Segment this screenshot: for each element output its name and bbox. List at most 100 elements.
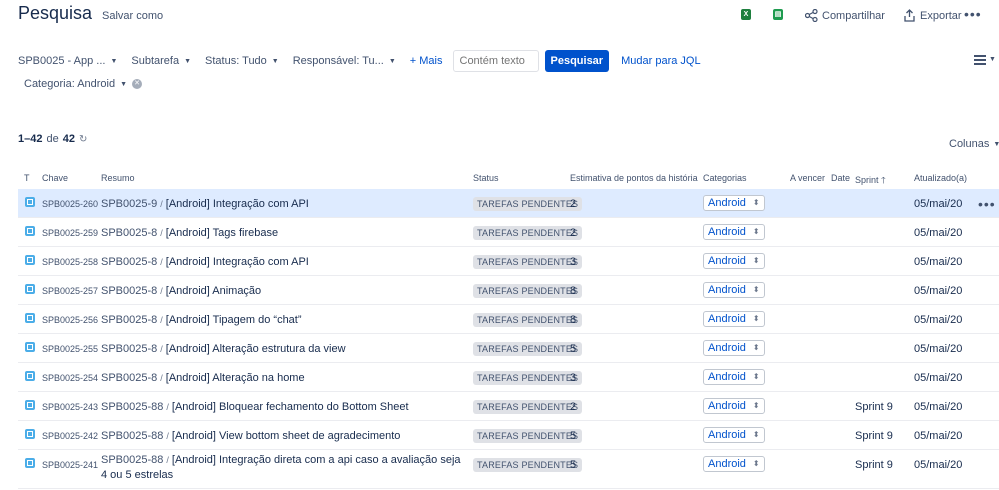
summary-text[interactable]: [Android] Integração com API [166, 256, 309, 268]
summary-text[interactable]: [Android] Tipagem do “chat” [166, 314, 302, 326]
summary-text[interactable]: [Android] Alteração estrutura da view [166, 343, 346, 355]
issue-summary[interactable]: SPB0025-8/[Android] Animação [101, 285, 261, 297]
row-actions-icon[interactable]: ••• [978, 196, 996, 212]
parent-key-link[interactable]: SPB0025-9 [101, 198, 157, 210]
category-select[interactable]: Android ⬍ [703, 224, 765, 240]
page-title: Pesquisa [18, 3, 93, 23]
table-row[interactable]: SPB0025-255 SPB0025-8/[Android] Alteraçã… [18, 334, 999, 363]
sprint-value: Sprint 9 [855, 430, 893, 442]
save-as-button[interactable]: Salvar como [102, 10, 163, 22]
category-select[interactable]: Android ⬍ [703, 427, 765, 443]
results-of: de [46, 133, 59, 145]
category-value: Android [708, 429, 746, 441]
search-button[interactable]: Pesquisar [544, 50, 610, 72]
table-row[interactable]: SPB0025-259 SPB0025-8/[Android] Tags fir… [18, 218, 999, 247]
subtask-icon [25, 284, 35, 294]
share-button[interactable]: Compartilhar [805, 9, 885, 22]
issue-summary[interactable]: SPB0025-88/[Android] View bottom sheet d… [101, 430, 400, 442]
column-header-type[interactable]: T [24, 173, 30, 183]
column-header-summary[interactable]: Resumo [101, 173, 135, 183]
assignee-filter[interactable]: Responsável: Tu... ▼ [293, 55, 396, 67]
issue-key-link[interactable]: SPB0025-243 [42, 402, 98, 412]
table-row[interactable]: SPB0025-258 SPB0025-8/[Android] Integraç… [18, 247, 999, 276]
parent-key-link[interactable]: SPB0025-88 [101, 401, 163, 413]
table-row[interactable]: SPB0025-242 SPB0025-88/[Android] View bo… [18, 421, 999, 450]
status-filter[interactable]: Status: Tudo ▼ [205, 55, 279, 67]
column-header-key[interactable]: Chave [42, 173, 68, 183]
issue-key-link[interactable]: SPB0025-254 [42, 373, 98, 383]
table-row[interactable]: SPB0025-257 SPB0025-8/[Android] Animação… [18, 276, 999, 305]
summary-text[interactable]: [Android] View bottom sheet de agradecim… [172, 430, 401, 442]
text-search-input[interactable] [452, 50, 539, 72]
issue-summary[interactable]: SPB0025-88/[Android] Bloquear fechamento… [101, 401, 409, 413]
issue-key-link[interactable]: SPB0025-260 [42, 199, 98, 209]
updated-date: 05/mai/20 [914, 372, 963, 384]
summary-text[interactable]: [Android] Bloquear fechamento do Bottom … [172, 401, 409, 413]
export-button[interactable]: Exportar [904, 9, 962, 22]
parent-key-link[interactable]: SPB0025-8 [101, 343, 157, 355]
columns-button[interactable]: Colunas ▼ [949, 138, 999, 150]
issue-key-link[interactable]: SPB0025-242 [42, 431, 98, 441]
switch-to-jql-link[interactable]: Mudar para JQL [621, 55, 700, 67]
parent-key-link[interactable]: SPB0025-8 [101, 256, 157, 268]
issue-summary[interactable]: SPB0025-88/[Android] Integração direta c… [101, 453, 466, 483]
category-select[interactable]: Android ⬍ [703, 456, 765, 472]
issue-summary[interactable]: SPB0025-8/[Android] Alteração na home [101, 372, 305, 384]
status-badge: TAREFAS PENDENTES [473, 197, 583, 211]
category-select[interactable]: Android ⬍ [703, 398, 765, 414]
project-filter[interactable]: SPB0025 - App ... ▼ [18, 55, 117, 67]
column-header-updated[interactable]: Atualizado(a) [914, 173, 967, 183]
parent-key-link[interactable]: SPB0025-8 [101, 227, 157, 239]
parent-key-link[interactable]: SPB0025-88 [101, 430, 163, 442]
category-select[interactable]: Android ⬍ [703, 369, 765, 385]
table-row[interactable]: SPB0025-260 SPB0025-9/[Android] Integraç… [18, 189, 999, 218]
category-select[interactable]: Android ⬍ [703, 311, 765, 327]
issue-key-link[interactable]: SPB0025-258 [42, 257, 98, 267]
issue-summary[interactable]: SPB0025-8/[Android] Tipagem do “chat” [101, 314, 302, 326]
summary-text[interactable]: [Android] Tags firebase [166, 227, 278, 239]
issue-summary[interactable]: SPB0025-8/[Android] Tags firebase [101, 227, 278, 239]
updated-date: 05/mai/20 [914, 459, 963, 471]
category-select[interactable]: Android ⬍ [703, 340, 765, 356]
issue-key-link[interactable]: SPB0025-256 [42, 315, 98, 325]
parent-key-link[interactable]: SPB0025-8 [101, 285, 157, 297]
table-row[interactable]: SPB0025-243 SPB0025-88/[Android] Bloquea… [18, 392, 999, 421]
table-row[interactable]: SPB0025-256 SPB0025-8/[Android] Tipagem … [18, 305, 999, 334]
column-header-date[interactable]: Date [831, 173, 850, 183]
clear-filter-icon[interactable]: ✕ [132, 79, 143, 89]
issue-summary[interactable]: SPB0025-9/[Android] Integração com API [101, 198, 309, 210]
column-header-points[interactable]: Estimativa de pontos da história [570, 173, 698, 183]
issue-summary[interactable]: SPB0025-8/[Android] Integração com API [101, 256, 309, 268]
view-menu-icon[interactable] [974, 55, 986, 67]
more-filters-button[interactable]: + Mais [410, 55, 443, 67]
summary-text[interactable]: [Android] Animação [166, 285, 261, 297]
issue-key-link[interactable]: SPB0025-241 [42, 460, 98, 470]
column-header-status[interactable]: Status [473, 173, 499, 183]
category-select[interactable]: Android ⬍ [703, 282, 765, 298]
category-filter[interactable]: Categoria: Android ▼ ✕ [24, 78, 143, 90]
issue-key-link[interactable]: SPB0025-259 [42, 228, 98, 238]
column-header-categories[interactable]: Categorias [703, 173, 747, 183]
issue-key-link[interactable]: SPB0025-255 [42, 344, 98, 354]
column-header-due[interactable]: A vencer [790, 173, 825, 183]
category-select[interactable]: Android ⬍ [703, 195, 765, 211]
google-sheets-icon[interactable]: ▤ [773, 9, 783, 20]
separator: / [160, 373, 163, 383]
issue-summary[interactable]: SPB0025-8/[Android] Alteração estrutura … [101, 343, 346, 355]
refresh-icon[interactable]: ↻ [79, 134, 87, 145]
table-row[interactable]: SPB0025-241 SPB0025-88/[Android] Integra… [18, 450, 999, 489]
issue-key-link[interactable]: SPB0025-257 [42, 286, 98, 296]
parent-key-link[interactable]: SPB0025-8 [101, 372, 157, 384]
excel-export-icon[interactable]: X [741, 9, 751, 20]
category-value: Android [708, 400, 746, 412]
column-header-sprint[interactable]: Sprint 🡑 [855, 173, 886, 189]
type-filter[interactable]: Subtarefa ▼ [131, 55, 191, 67]
category-select[interactable]: Android ⬍ [703, 253, 765, 269]
table-row[interactable]: SPB0025-254 SPB0025-8/[Android] Alteraçã… [18, 363, 999, 392]
summary-text[interactable]: [Android] Integração com API [166, 198, 309, 210]
more-options-icon[interactable]: ••• [964, 6, 982, 22]
summary-text[interactable]: [Android] Alteração na home [166, 372, 305, 384]
parent-key-link[interactable]: SPB0025-88 [101, 454, 163, 466]
parent-key-link[interactable]: SPB0025-8 [101, 314, 157, 326]
subtask-icon [25, 313, 35, 323]
